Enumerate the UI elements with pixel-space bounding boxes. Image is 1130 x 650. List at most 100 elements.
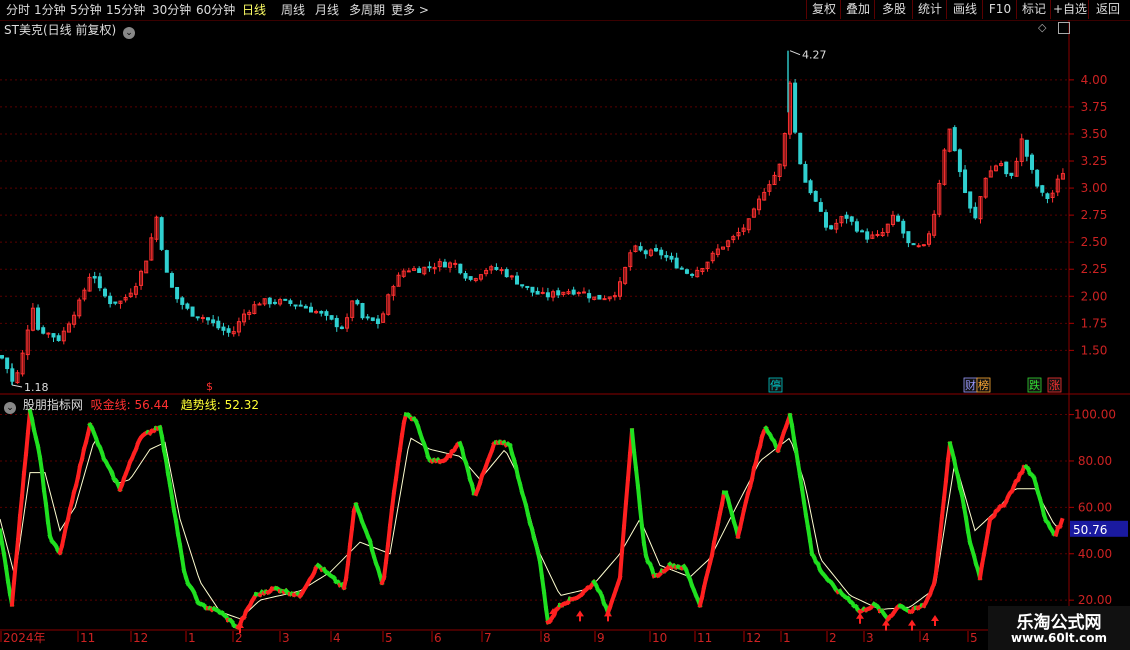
price-tick-label: 1.75 xyxy=(1081,316,1108,330)
period-tab-9[interactable]: 多周期 xyxy=(349,2,385,18)
candle-body xyxy=(556,290,561,296)
osc-segment xyxy=(9,580,17,607)
candle-body xyxy=(921,244,926,247)
candle-body xyxy=(813,190,818,202)
candle-body xyxy=(180,297,185,305)
candle-body xyxy=(1040,185,1045,193)
period-tab-5[interactable]: 60分钟 xyxy=(196,2,235,18)
x-axis-label: 6 xyxy=(434,631,442,645)
candle-body xyxy=(365,316,370,319)
price-tick-label: 2.25 xyxy=(1081,262,1108,276)
osc-segment xyxy=(15,514,23,543)
osc-segment xyxy=(629,428,637,454)
candle-body xyxy=(211,319,216,324)
toolbar-button-6[interactable]: 标记 xyxy=(1016,0,1051,19)
candle-body xyxy=(504,269,509,278)
candle-body xyxy=(206,317,210,321)
watermark-url: www.60lt.com xyxy=(1010,631,1108,645)
candle-body xyxy=(46,332,51,335)
period-tab-7[interactable]: 周线 xyxy=(281,2,305,18)
price-tick-label: 4.00 xyxy=(1081,73,1108,87)
candle-body xyxy=(329,315,334,320)
candle-body xyxy=(597,294,602,300)
osc-segment xyxy=(3,564,11,584)
stock-chart: 1.50 1.75 2.00 2.25 2.50 2.75 3.00 3.25 3.50 3.75… xyxy=(0,20,1130,650)
event-badge-1: 财 xyxy=(963,377,978,393)
period-tab-2[interactable]: 5分钟 xyxy=(70,2,102,18)
stock-title[interactable]: ST美克(日线 前复权) ⌄ xyxy=(4,21,135,39)
candle-body xyxy=(1004,161,1009,175)
candle-body xyxy=(679,267,684,270)
x-axis-label: 3 xyxy=(866,631,874,645)
candle-body xyxy=(185,303,190,309)
candle-body xyxy=(509,275,514,278)
x-axis-label: 5 xyxy=(970,631,978,645)
osc-segment xyxy=(397,432,405,452)
x-axis-label: 7 xyxy=(484,631,492,645)
osc-segment xyxy=(619,524,627,554)
event-badge-3: 跌 xyxy=(1027,377,1042,393)
period-tab-1[interactable]: 1分钟 xyxy=(34,2,66,18)
candle-body xyxy=(525,285,530,288)
candle-body xyxy=(200,317,205,320)
event-badge-4: 涨 xyxy=(1047,377,1062,393)
candle-body xyxy=(602,298,607,301)
dividend-marker: $ xyxy=(206,380,213,393)
candle-body xyxy=(175,286,180,300)
toolbar-button-7[interactable]: +自选 xyxy=(1050,0,1089,19)
osc-segment xyxy=(943,457,951,483)
toolbar-button-8[interactable]: 返回 xyxy=(1088,0,1127,19)
toolbar-button-0[interactable]: 复权 xyxy=(806,0,841,19)
candle-body xyxy=(169,273,174,288)
period-tab-3[interactable]: 15分钟 xyxy=(106,2,145,18)
candle-body xyxy=(309,306,313,313)
candle-body xyxy=(1009,172,1014,176)
osc-segment xyxy=(45,519,53,539)
osc-segment xyxy=(637,505,645,529)
period-tab-6[interactable]: 日线 xyxy=(242,2,266,18)
period-tab-0[interactable]: 分时 xyxy=(6,2,30,18)
toolbar-button-3[interactable]: 统计 xyxy=(912,0,947,19)
chevron-down-icon[interactable]: ⌄ xyxy=(4,402,16,414)
candle-body xyxy=(417,268,422,273)
candle-body xyxy=(643,250,648,255)
line2-label: 趋势线: xyxy=(180,398,221,412)
svg-text:榜: 榜 xyxy=(978,378,989,392)
period-tab-10[interactable]: 更多 > xyxy=(391,2,429,18)
candle-body xyxy=(103,288,107,297)
candle-body xyxy=(860,230,865,233)
candle-body xyxy=(818,202,823,212)
candle-body xyxy=(669,255,674,260)
period-tab-8[interactable]: 月线 xyxy=(315,2,339,18)
osc-segment xyxy=(941,478,949,501)
line1-label: 吸金线: xyxy=(90,398,131,412)
panel-close-icon[interactable] xyxy=(1058,22,1070,34)
osc-segment xyxy=(11,558,19,585)
indicator-tick-label: 100.00 xyxy=(1074,408,1116,422)
x-axis-label: 11 xyxy=(697,631,712,645)
x-axis-label: 2 xyxy=(235,631,243,645)
chevron-down-icon[interactable]: ⌄ xyxy=(122,27,135,39)
osc-segment xyxy=(799,486,807,505)
osc-segment xyxy=(23,429,31,457)
osc-segment xyxy=(963,515,971,534)
toolbar-button-2[interactable]: 多股 xyxy=(874,0,913,19)
osc-segment xyxy=(623,476,631,505)
candle-body xyxy=(798,132,803,165)
osc-segment xyxy=(939,496,947,519)
candle-body xyxy=(654,247,659,252)
buy-arrow xyxy=(908,619,916,631)
toolbar-button-1[interactable]: 叠加 xyxy=(840,0,875,19)
toolbar-button-4[interactable]: 画线 xyxy=(946,0,983,19)
period-tab-4[interactable]: 30分钟 xyxy=(152,2,191,18)
candle-body xyxy=(973,206,978,219)
indicator-header[interactable]: ⌄ 股朋指标网 吸金线: 56.44 趋势线: 52.32 xyxy=(4,396,259,414)
candle-body xyxy=(1035,169,1040,187)
toolbar-button-5[interactable]: F10 xyxy=(982,0,1017,19)
diamond-icon[interactable]: ◇ xyxy=(1038,21,1046,34)
candle-body xyxy=(190,306,195,317)
osc-segment xyxy=(349,508,357,531)
osc-segment xyxy=(389,489,397,511)
x-axis-label: 1 xyxy=(783,631,791,645)
osc-segment xyxy=(345,542,353,566)
